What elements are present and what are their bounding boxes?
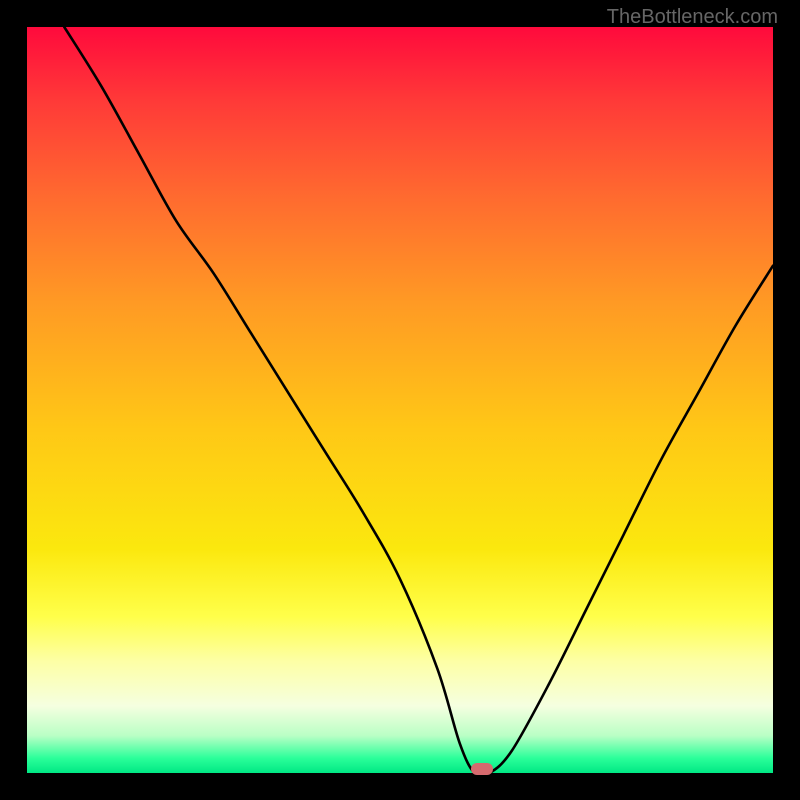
chart-container: TheBottleneck.com xyxy=(0,0,800,800)
gradient-background xyxy=(27,27,773,773)
optimum-marker xyxy=(471,763,493,775)
watermark-text: TheBottleneck.com xyxy=(607,6,778,29)
